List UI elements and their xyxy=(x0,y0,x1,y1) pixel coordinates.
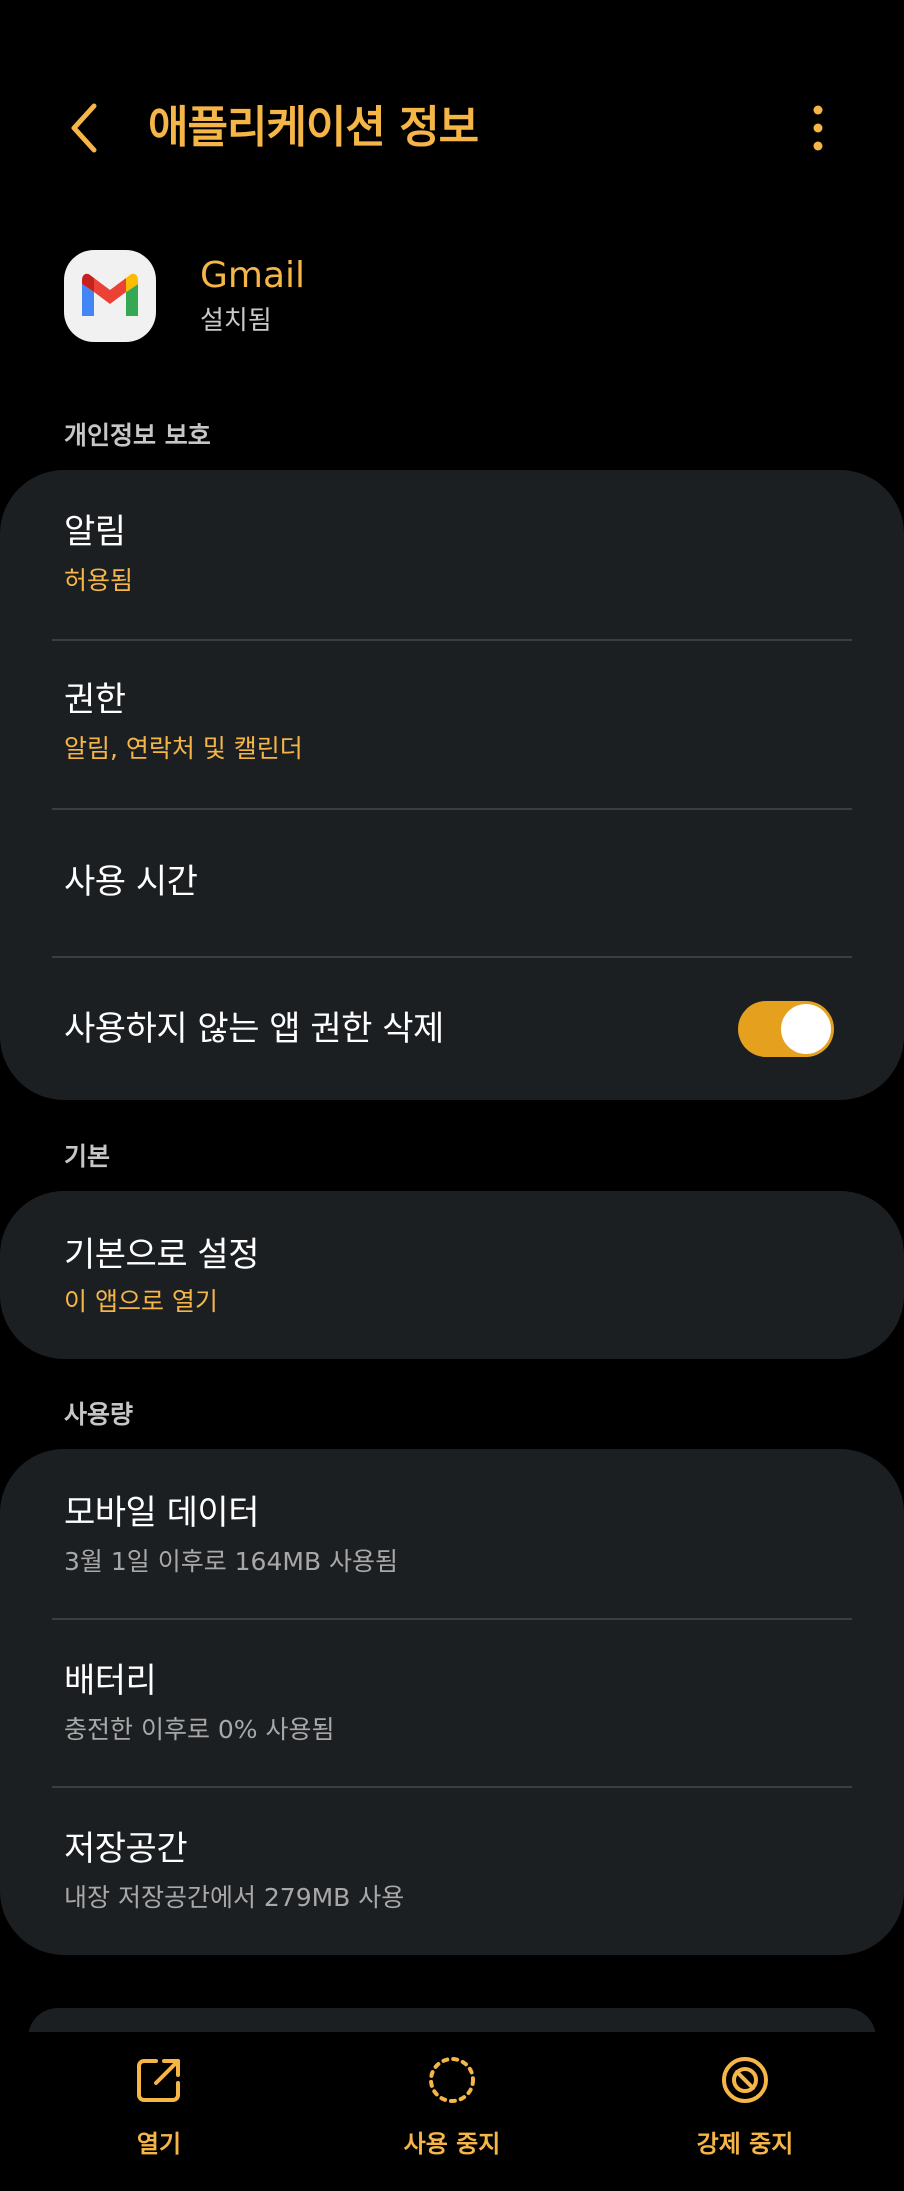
app-icon xyxy=(64,250,156,342)
row-title: 권한 xyxy=(64,680,126,720)
row-subtitle: 3월 1일 이후로 164MB 사용됨 xyxy=(64,1547,399,1576)
force-stop-icon-wrap xyxy=(717,2052,773,2108)
more-vertical-icon xyxy=(813,105,823,151)
toggle-knob xyxy=(781,1004,831,1054)
disable-label: 사용 중지 xyxy=(403,2130,501,2158)
permissions-row[interactable]: 권한 알림, 연락처 및 캘린더 xyxy=(0,640,904,808)
row-subtitle: 내장 저장공간에서 279MB 사용 xyxy=(64,1883,405,1912)
remove-permissions-toggle[interactable] xyxy=(738,1001,834,1057)
row-title: 알림 xyxy=(64,512,126,552)
bottom-action-bar: 열기 사용 중지 강제 중지 xyxy=(0,2032,904,2191)
app-install-status: 설치됨 xyxy=(200,306,272,336)
more-options-button[interactable] xyxy=(796,96,840,160)
disable-icon-wrap xyxy=(424,2052,480,2108)
page-title: 애플리케이션 정보 xyxy=(148,102,479,153)
storage-row[interactable]: 저장공간 내장 저장공간에서 279MB 사용 xyxy=(0,1787,904,1955)
disable-button[interactable]: 사용 중지 xyxy=(342,2052,562,2172)
section-label-usage: 사용량 xyxy=(64,1400,134,1429)
set-as-default-row[interactable]: 기본으로 설정 이 앱으로 열기 xyxy=(0,1191,904,1359)
row-title: 사용하지 않는 앱 권한 삭제 xyxy=(64,1009,444,1049)
app-header: Gmail 설치됨 xyxy=(64,250,844,342)
row-subtitle: 알림, 연락처 및 캘린더 xyxy=(64,734,303,763)
section-label-default: 기본 xyxy=(64,1142,111,1171)
notifications-row[interactable]: 알림 허용됨 xyxy=(0,470,904,640)
row-title: 배터리 xyxy=(64,1661,157,1701)
force-stop-label: 강제 중지 xyxy=(696,2130,794,2158)
dotted-circle-icon xyxy=(429,2057,475,2103)
usage-card: 모바일 데이터 3월 1일 이후로 164MB 사용됨 배터리 충전한 이후로 … xyxy=(0,1449,904,1955)
section-label-privacy: 개인정보 보호 xyxy=(64,421,211,450)
open-external-icon xyxy=(137,2059,180,2102)
open-button[interactable]: 열기 xyxy=(49,2052,269,2172)
row-subtitle: 허용됨 xyxy=(64,566,134,595)
app-name: Gmail xyxy=(200,255,306,296)
default-card: 기본으로 설정 이 앱으로 열기 xyxy=(0,1191,904,1359)
row-title: 모바일 데이터 xyxy=(64,1493,260,1533)
open-label: 열기 xyxy=(136,2130,182,2158)
row-title: 저장공간 xyxy=(64,1829,188,1869)
battery-row[interactable]: 배터리 충전한 이후로 0% 사용됨 xyxy=(0,1619,904,1787)
gmail-logo xyxy=(82,273,138,316)
row-subtitle: 충전한 이후로 0% 사용됨 xyxy=(64,1715,335,1744)
open-icon-wrap xyxy=(131,2052,187,2108)
stop-circle-icon xyxy=(722,2057,768,2103)
row-subtitle: 이 앱으로 열기 xyxy=(64,1287,218,1316)
back-button[interactable] xyxy=(52,96,116,160)
screen-time-row[interactable]: 사용 시간 xyxy=(0,809,904,956)
row-title: 사용 시간 xyxy=(64,862,198,902)
row-title: 기본으로 설정 xyxy=(64,1235,260,1275)
chevron-left-icon xyxy=(71,103,97,153)
remove-permissions-row[interactable]: 사용하지 않는 앱 권한 삭제 xyxy=(0,957,904,1100)
top-app-bar: 애플리케이션 정보 xyxy=(0,0,904,260)
force-stop-button[interactable]: 강제 중지 xyxy=(635,2052,855,2172)
mobile-data-row[interactable]: 모바일 데이터 3월 1일 이후로 164MB 사용됨 xyxy=(0,1449,904,1619)
privacy-card: 알림 허용됨 권한 알림, 연락처 및 캘린더 사용 시간 사용하지 않는 앱 … xyxy=(0,470,904,1100)
